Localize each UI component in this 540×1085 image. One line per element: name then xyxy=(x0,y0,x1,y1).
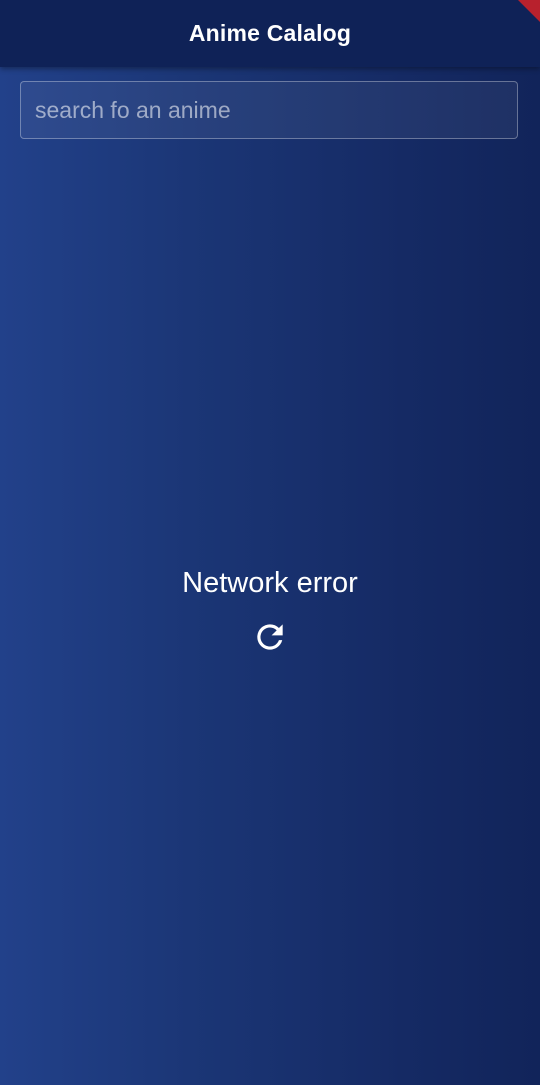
debug-banner xyxy=(518,0,540,22)
search-box[interactable] xyxy=(20,81,518,139)
refresh-icon[interactable] xyxy=(251,618,289,656)
search-input[interactable] xyxy=(21,82,517,138)
retry-button[interactable] xyxy=(250,617,290,657)
app-bar: Anime Calalog xyxy=(0,0,540,67)
app-title: Anime Calalog xyxy=(188,20,352,46)
error-message: Network error xyxy=(182,567,358,599)
error-state: Network error xyxy=(0,562,540,657)
